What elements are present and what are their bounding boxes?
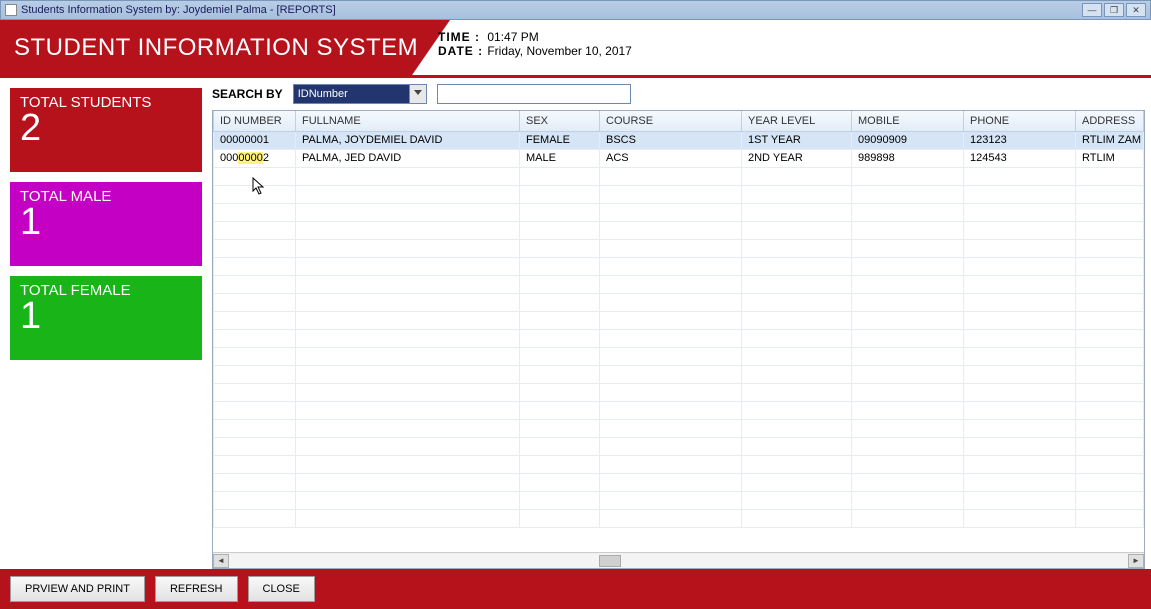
main-area: TOTAL STUDENTS 2 TOTAL MALE 1 TOTAL FEMA… [0, 78, 1151, 569]
search-input[interactable] [437, 84, 631, 104]
time-date-block: TIME : 01:47 PM DATE : Friday, November … [438, 30, 632, 58]
table-row-empty [214, 383, 1144, 401]
table-row-empty [214, 365, 1144, 383]
sidebar: TOTAL STUDENTS 2 TOTAL MALE 1 TOTAL FEMA… [0, 78, 204, 569]
table-row-empty [214, 455, 1144, 473]
cell: RTLIM ZAM [1076, 131, 1144, 149]
col-fullname[interactable]: FULLNAME [296, 111, 520, 131]
refresh-button[interactable]: REFRESH [155, 576, 238, 602]
cell: 124543 [964, 149, 1076, 167]
cell: RTLIM [1076, 149, 1144, 167]
cell: PALMA, JOYDEMIEL DAVID [296, 131, 520, 149]
cell: MALE [520, 149, 600, 167]
cell: 2ND YEAR [742, 149, 852, 167]
scroll-track[interactable] [229, 554, 1128, 568]
table-row-empty [214, 293, 1144, 311]
table-row-empty [214, 257, 1144, 275]
stat-total-female-value: 1 [20, 297, 192, 335]
col-course[interactable]: COURSE [600, 111, 742, 131]
students-table: ID NUMBER FULLNAME SEX COURSE YEAR LEVEL… [213, 111, 1144, 528]
students-grid[interactable]: ID NUMBER FULLNAME SEX COURSE YEAR LEVEL… [212, 110, 1145, 569]
search-field-selected: IDNumber [298, 88, 348, 100]
cell: 00000001 [214, 131, 296, 149]
cell: 989898 [852, 149, 964, 167]
scroll-right-arrow[interactable]: ► [1128, 554, 1144, 568]
app-icon [5, 4, 17, 16]
minimize-button[interactable]: — [1082, 3, 1102, 17]
table-row[interactable]: 00000001PALMA, JOYDEMIEL DAVIDFEMALEBSCS… [214, 131, 1144, 149]
window-titlebar: Students Information System by: Joydemie… [0, 0, 1151, 20]
close-button[interactable]: CLOSE [248, 576, 315, 602]
table-row-empty [214, 185, 1144, 203]
table-row-empty [214, 311, 1144, 329]
table-row-empty [214, 329, 1144, 347]
date-value: Friday, November 10, 2017 [487, 44, 632, 58]
cell: BSCS [600, 131, 742, 149]
col-yearlevel[interactable]: YEAR LEVEL [742, 111, 852, 131]
cell: PALMA, JED DAVID [296, 149, 520, 167]
table-row-empty [214, 491, 1144, 509]
col-idnumber[interactable]: ID NUMBER [214, 111, 296, 131]
date-label: DATE : [438, 44, 484, 58]
table-row-empty [214, 419, 1144, 437]
col-mobile[interactable]: MOBILE [852, 111, 964, 131]
table-row-empty [214, 239, 1144, 257]
cell: ACS [600, 149, 742, 167]
table-row-empty [214, 509, 1144, 527]
scroll-thumb[interactable] [599, 555, 621, 567]
cell: 123123 [964, 131, 1076, 149]
table-row-empty [214, 167, 1144, 185]
cell: 1ST YEAR [742, 131, 852, 149]
system-title: STUDENT INFORMATION SYSTEM [14, 34, 418, 62]
table-row-empty [214, 203, 1144, 221]
time-value: 01:47 PM [487, 30, 538, 44]
horizontal-scrollbar[interactable]: ◄ ► [213, 552, 1144, 568]
footer-bar: PRVIEW AND PRINT REFRESH CLOSE [0, 569, 1151, 609]
table-row-empty [214, 347, 1144, 365]
cell: 09090909 [852, 131, 964, 149]
search-row: SEARCH BY IDNumber [212, 84, 1145, 104]
header-band: STUDENT INFORMATION SYSTEM TIME : 01:47 … [0, 20, 1151, 78]
table-row-empty [214, 437, 1144, 455]
scroll-left-arrow[interactable]: ◄ [213, 554, 229, 568]
stat-total-students: TOTAL STUDENTS 2 [10, 88, 202, 172]
stat-total-male: TOTAL MALE 1 [10, 182, 202, 266]
stat-total-male-value: 1 [20, 203, 192, 241]
window-title: Students Information System by: Joydemie… [21, 4, 336, 16]
table-row-empty [214, 401, 1144, 419]
table-row-empty [214, 275, 1144, 293]
time-label: TIME : [438, 30, 484, 44]
col-sex[interactable]: SEX [520, 111, 600, 131]
col-address[interactable]: ADDRESS [1076, 111, 1144, 131]
table-row[interactable]: 00000002PALMA, JED DAVIDMALEACS2ND YEAR9… [214, 149, 1144, 167]
chevron-down-icon [414, 90, 422, 95]
maximize-button[interactable]: ❐ [1104, 3, 1124, 17]
cell: FEMALE [520, 131, 600, 149]
table-header-row: ID NUMBER FULLNAME SEX COURSE YEAR LEVEL… [214, 111, 1144, 131]
col-phone[interactable]: PHONE [964, 111, 1076, 131]
stat-total-female: TOTAL FEMALE 1 [10, 276, 202, 360]
cell: 00000002 [214, 149, 296, 167]
stat-total-students-value: 2 [20, 109, 192, 147]
preview-print-button[interactable]: PRVIEW AND PRINT [10, 576, 145, 602]
table-row-empty [214, 473, 1144, 491]
content-area: SEARCH BY IDNumber ID NUMBER FULLNAME [204, 78, 1151, 569]
close-window-button[interactable]: ✕ [1126, 3, 1146, 17]
search-field-dropdown[interactable]: IDNumber [293, 84, 427, 104]
table-row-empty [214, 221, 1144, 239]
search-by-label: SEARCH BY [212, 87, 283, 101]
